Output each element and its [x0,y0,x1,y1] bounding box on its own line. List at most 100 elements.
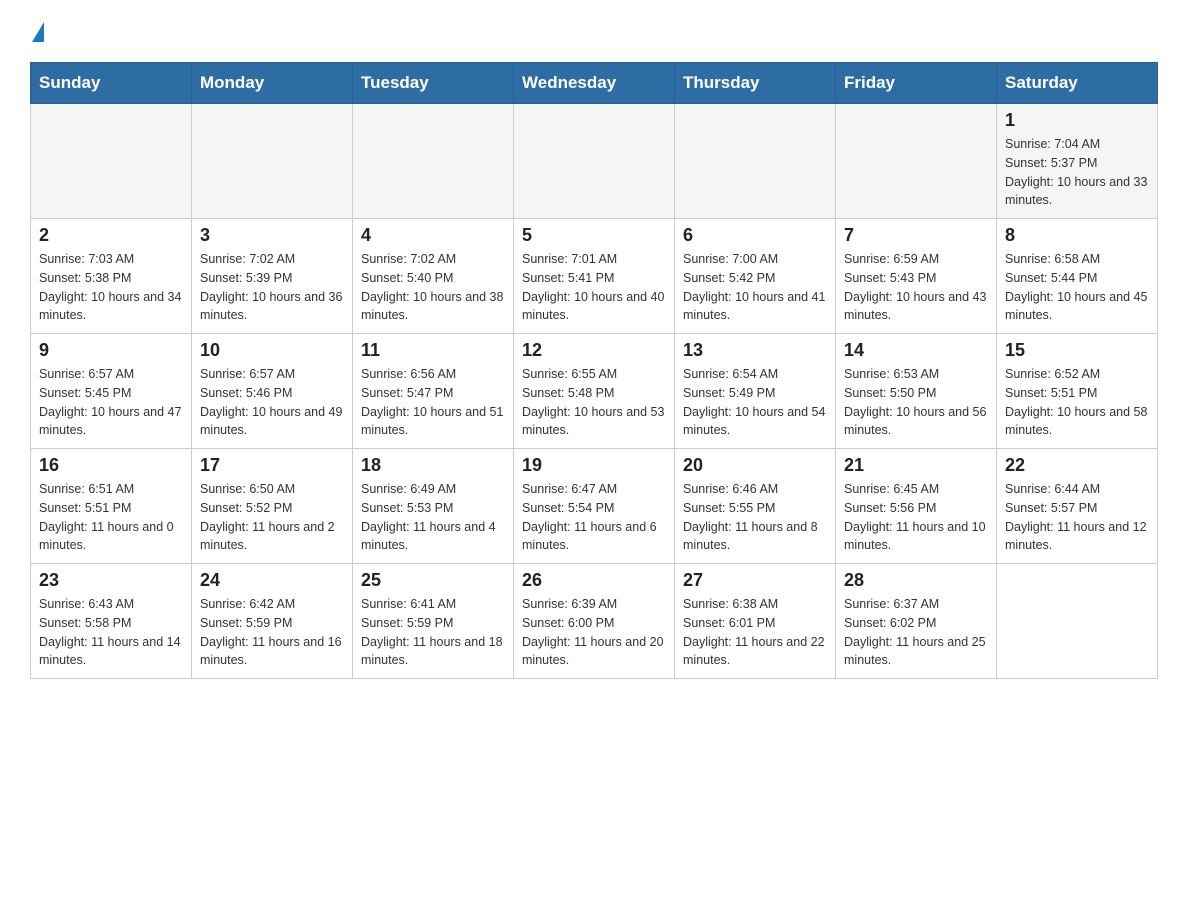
day-number: 24 [200,570,344,591]
day-number: 20 [683,455,827,476]
calendar-cell: 3 Sunrise: 7:02 AMSunset: 5:39 PMDaylight… [192,219,353,334]
calendar-cell: 6 Sunrise: 7:00 AMSunset: 5:42 PMDaylight… [675,219,836,334]
day-number: 27 [683,570,827,591]
day-number: 9 [39,340,183,361]
logo-triangle-icon [32,22,44,42]
calendar-cell: 12 Sunrise: 6:55 AMSunset: 5:48 PMDayligh… [514,334,675,449]
day-number: 10 [200,340,344,361]
day-number: 3 [200,225,344,246]
calendar-cell: 28 Sunrise: 6:37 AMSunset: 6:02 PMDayligh… [836,564,997,679]
day-info: Sunrise: 6:52 AMSunset: 5:51 PMDaylight:… [1005,365,1149,440]
calendar-cell: 24 Sunrise: 6:42 AMSunset: 5:59 PMDayligh… [192,564,353,679]
calendar-cell: 10 Sunrise: 6:57 AMSunset: 5:46 PMDayligh… [192,334,353,449]
day-of-week-header: Monday [192,63,353,104]
day-info: Sunrise: 6:38 AMSunset: 6:01 PMDaylight:… [683,595,827,670]
day-info: Sunrise: 6:51 AMSunset: 5:51 PMDaylight:… [39,480,183,555]
calendar-cell: 26 Sunrise: 6:39 AMSunset: 6:00 PMDayligh… [514,564,675,679]
day-number: 23 [39,570,183,591]
calendar-cell: 5Sunrise: 7:01 AMSunset: 5:41 PMDaylight… [514,219,675,334]
calendar-header-row: SundayMondayTuesdayWednesdayThursdayFrid… [31,63,1158,104]
day-info: Sunrise: 6:42 AMSunset: 5:59 PMDaylight:… [200,595,344,670]
calendar-cell: 9 Sunrise: 6:57 AMSunset: 5:45 PMDaylight… [31,334,192,449]
day-number: 14 [844,340,988,361]
day-number: 8 [1005,225,1149,246]
day-info: Sunrise: 6:55 AMSunset: 5:48 PMDaylight:… [522,365,666,440]
calendar-week-row: 1 Sunrise: 7:04 AMSunset: 5:37 PMDaylight… [31,104,1158,219]
calendar-cell [675,104,836,219]
page-header [30,20,1158,42]
day-number: 1 [1005,110,1149,131]
calendar-cell [31,104,192,219]
day-number: 13 [683,340,827,361]
day-info: Sunrise: 6:46 AMSunset: 5:55 PMDaylight:… [683,480,827,555]
day-of-week-header: Saturday [997,63,1158,104]
calendar-cell: 15 Sunrise: 6:52 AMSunset: 5:51 PMDayligh… [997,334,1158,449]
day-number: 17 [200,455,344,476]
calendar-cell: 8 Sunrise: 6:58 AMSunset: 5:44 PMDaylight… [997,219,1158,334]
logo [30,20,44,42]
calendar-cell [353,104,514,219]
day-info: Sunrise: 6:54 AMSunset: 5:49 PMDaylight:… [683,365,827,440]
calendar-cell: 21 Sunrise: 6:45 AMSunset: 5:56 PMDayligh… [836,449,997,564]
calendar-cell: 19 Sunrise: 6:47 AMSunset: 5:54 PMDayligh… [514,449,675,564]
day-info: Sunrise: 6:56 AMSunset: 5:47 PMDaylight:… [361,365,505,440]
day-info: Sunrise: 6:45 AMSunset: 5:56 PMDaylight:… [844,480,988,555]
day-info: Sunrise: 7:04 AMSunset: 5:37 PMDaylight:… [1005,135,1149,210]
day-info: Sunrise: 6:59 AMSunset: 5:43 PMDaylight:… [844,250,988,325]
day-info: Sunrise: 6:49 AMSunset: 5:53 PMDaylight:… [361,480,505,555]
calendar-week-row: 16 Sunrise: 6:51 AMSunset: 5:51 PMDayligh… [31,449,1158,564]
day-info: Sunrise: 6:57 AMSunset: 5:46 PMDaylight:… [200,365,344,440]
day-info: Sunrise: 6:39 AMSunset: 6:00 PMDaylight:… [522,595,666,670]
calendar-cell: 23 Sunrise: 6:43 AMSunset: 5:58 PMDayligh… [31,564,192,679]
day-number: 22 [1005,455,1149,476]
day-of-week-header: Friday [836,63,997,104]
calendar-cell [997,564,1158,679]
day-number: 26 [522,570,666,591]
calendar-cell: 16 Sunrise: 6:51 AMSunset: 5:51 PMDayligh… [31,449,192,564]
day-info: Sunrise: 6:37 AMSunset: 6:02 PMDaylight:… [844,595,988,670]
day-number: 5 [522,225,666,246]
day-info: Sunrise: 6:50 AMSunset: 5:52 PMDaylight:… [200,480,344,555]
day-info: Sunrise: 6:47 AMSunset: 5:54 PMDaylight:… [522,480,666,555]
calendar-cell: 18 Sunrise: 6:49 AMSunset: 5:53 PMDayligh… [353,449,514,564]
calendar-cell: 17 Sunrise: 6:50 AMSunset: 5:52 PMDayligh… [192,449,353,564]
calendar-cell [514,104,675,219]
day-info: Sunrise: 6:41 AMSunset: 5:59 PMDaylight:… [361,595,505,670]
day-number: 18 [361,455,505,476]
calendar-cell: 14 Sunrise: 6:53 AMSunset: 5:50 PMDayligh… [836,334,997,449]
day-number: 12 [522,340,666,361]
calendar-cell: 27 Sunrise: 6:38 AMSunset: 6:01 PMDayligh… [675,564,836,679]
calendar-week-row: 2Sunrise: 7:03 AMSunset: 5:38 PMDaylight… [31,219,1158,334]
calendar-cell: 20 Sunrise: 6:46 AMSunset: 5:55 PMDayligh… [675,449,836,564]
calendar-table: SundayMondayTuesdayWednesdayThursdayFrid… [30,62,1158,679]
calendar-cell: 13 Sunrise: 6:54 AMSunset: 5:49 PMDayligh… [675,334,836,449]
day-info: Sunrise: 6:57 AMSunset: 5:45 PMDaylight:… [39,365,183,440]
calendar-week-row: 23 Sunrise: 6:43 AMSunset: 5:58 PMDayligh… [31,564,1158,679]
day-number: 11 [361,340,505,361]
calendar-cell: 22Sunrise: 6:44 AMSunset: 5:57 PMDayligh… [997,449,1158,564]
day-info: Sunrise: 6:43 AMSunset: 5:58 PMDaylight:… [39,595,183,670]
calendar-cell: 4 Sunrise: 7:02 AMSunset: 5:40 PMDaylight… [353,219,514,334]
day-of-week-header: Wednesday [514,63,675,104]
day-number: 19 [522,455,666,476]
calendar-cell [836,104,997,219]
calendar-cell: 25 Sunrise: 6:41 AMSunset: 5:59 PMDayligh… [353,564,514,679]
calendar-cell: 1 Sunrise: 7:04 AMSunset: 5:37 PMDaylight… [997,104,1158,219]
day-of-week-header: Sunday [31,63,192,104]
calendar-cell: 7Sunrise: 6:59 AMSunset: 5:43 PMDaylight… [836,219,997,334]
day-number: 25 [361,570,505,591]
day-number: 16 [39,455,183,476]
day-number: 15 [1005,340,1149,361]
day-info: Sunrise: 7:02 AMSunset: 5:39 PMDaylight:… [200,250,344,325]
day-info: Sunrise: 7:00 AMSunset: 5:42 PMDaylight:… [683,250,827,325]
day-info: Sunrise: 6:53 AMSunset: 5:50 PMDaylight:… [844,365,988,440]
day-number: 4 [361,225,505,246]
day-info: Sunrise: 7:03 AMSunset: 5:38 PMDaylight:… [39,250,183,325]
day-number: 6 [683,225,827,246]
calendar-cell: 2Sunrise: 7:03 AMSunset: 5:38 PMDaylight… [31,219,192,334]
day-number: 21 [844,455,988,476]
day-number: 28 [844,570,988,591]
day-info: Sunrise: 7:02 AMSunset: 5:40 PMDaylight:… [361,250,505,325]
calendar-cell: 11 Sunrise: 6:56 AMSunset: 5:47 PMDayligh… [353,334,514,449]
day-info: Sunrise: 6:58 AMSunset: 5:44 PMDaylight:… [1005,250,1149,325]
